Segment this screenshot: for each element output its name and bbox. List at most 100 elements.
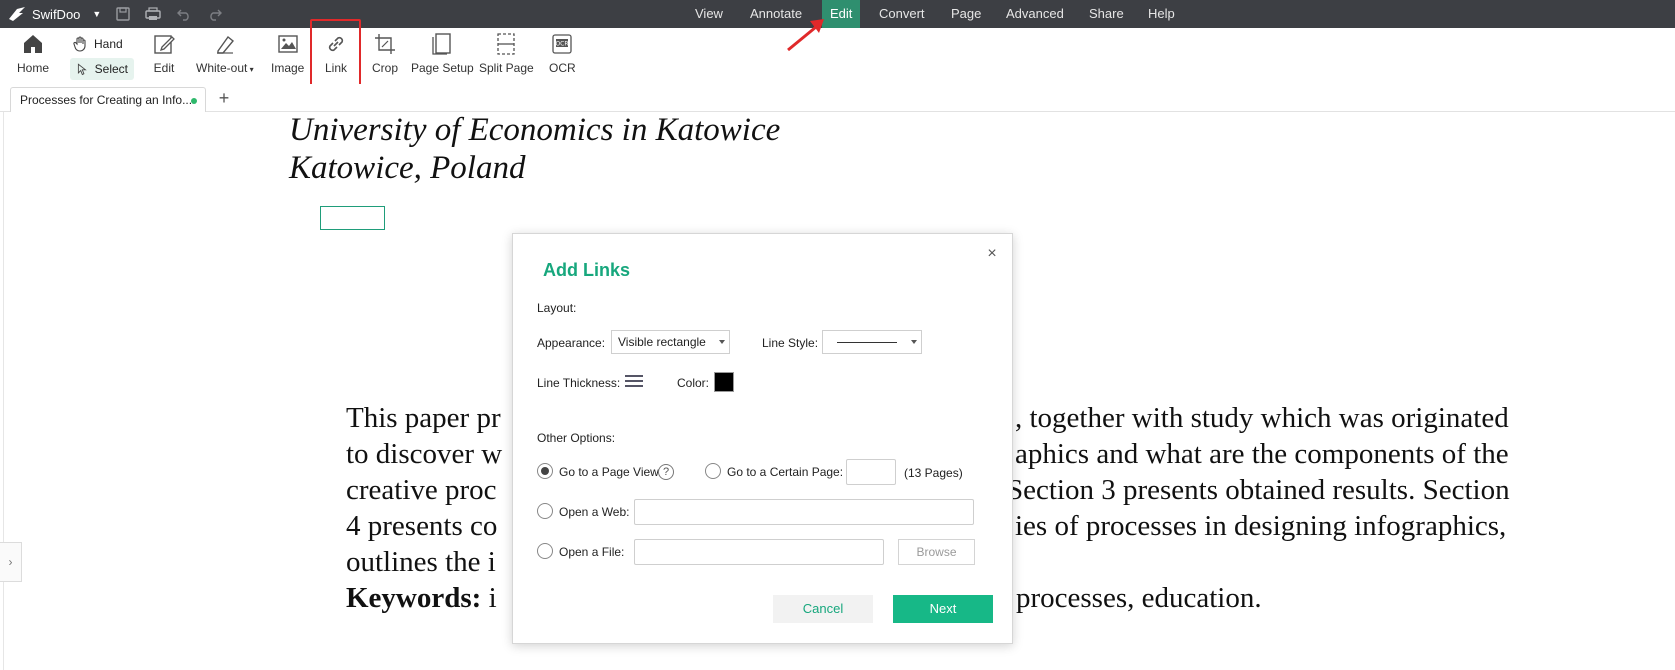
sidebar-expand-chevron-right-icon[interactable]: › [0, 542, 22, 582]
line-style-label: Line Style: [762, 336, 819, 350]
crop-icon [375, 34, 395, 54]
browse-button[interactable]: Browse [898, 539, 975, 565]
doc-location-line: Katowice, Poland [289, 150, 526, 186]
next-button[interactable]: Next [893, 595, 993, 623]
radio-page-view[interactable] [537, 463, 553, 479]
image-icon [277, 35, 298, 53]
pages-count-label: (13 Pages) [904, 466, 963, 480]
app-name: SwifDoo [32, 6, 81, 22]
appearance-label: Appearance: [537, 336, 606, 350]
home-icon [24, 35, 42, 53]
doc-paragraph-line: 4 presents co [346, 510, 498, 542]
doc-paragraph-line: Section 3 presents obtained results. Sec… [1007, 474, 1510, 506]
hand-label: Hand [94, 37, 123, 51]
help-icon[interactable]: ? [658, 464, 674, 480]
open-file-label: Open a File: [559, 545, 625, 559]
page-view-label: Go to a Page View [559, 465, 659, 479]
hand-tool-button[interactable]: Hand [66, 33, 129, 55]
chevron-down-icon [911, 340, 917, 344]
menu-advanced[interactable]: Advanced [998, 0, 1072, 28]
other-options-label: Other Options: [537, 431, 616, 445]
split-page-icon [497, 33, 515, 55]
page-setup-label: Page Setup [411, 61, 474, 75]
doc-paragraph-line: aphics and what are the components of th… [1015, 438, 1509, 470]
select-label: Select [94, 62, 128, 76]
menu-page[interactable]: Page [943, 0, 989, 28]
add-tab-button[interactable]: + [216, 88, 232, 108]
open-web-label: Open a Web: [559, 505, 630, 519]
app-menu-chevron-down-icon[interactable]: ▼ [92, 9, 101, 19]
radio-certain-page[interactable] [705, 463, 721, 479]
doc-keywords-line: Keywords: i [346, 582, 497, 614]
select-tool-button[interactable]: Select [70, 58, 134, 80]
chevron-down-icon [719, 340, 725, 344]
color-swatch[interactable] [714, 372, 734, 392]
home-button[interactable]: Home [17, 32, 49, 75]
split-page-button[interactable]: Split Page [479, 32, 534, 75]
home-label: Home [17, 61, 50, 75]
dialog-title: Add Links [543, 260, 631, 280]
page-setup-button[interactable]: Page Setup [411, 32, 474, 75]
link-rectangle[interactable] [320, 206, 385, 230]
page-setup-icon [432, 33, 452, 55]
ocr-icon: OCR [552, 34, 572, 54]
line-style-select[interactable] [822, 330, 922, 354]
menu-convert[interactable]: Convert [871, 0, 933, 28]
crop-button[interactable]: Crop [372, 32, 398, 75]
cursor-arrow-icon [77, 63, 87, 76]
redo-icon[interactable] [206, 5, 224, 23]
add-links-dialog: Add Links × Layout: Appearance: Visible … [512, 233, 1013, 644]
doc-paragraph-line: to discover w [346, 438, 503, 470]
whiteout-button[interactable]: White-out ▾ [196, 32, 254, 75]
doc-paragraph-line: ies of processes in designing infographi… [1015, 510, 1507, 542]
appearance-select[interactable]: Visible rectangle [611, 330, 730, 354]
undo-icon[interactable] [175, 5, 193, 23]
doc-keywords-line-end: processes, education. [1016, 582, 1262, 614]
ocr-label: OCR [549, 61, 576, 75]
hand-icon [73, 36, 86, 52]
left-rule [3, 112, 4, 670]
app-logo[interactable]: SwifDoo ▼ [8, 4, 101, 24]
line-thickness-icon[interactable] [625, 375, 643, 389]
menu-share[interactable]: Share [1081, 0, 1132, 28]
edit-label: Edit [153, 61, 175, 75]
whiteout-label: White-out ▾ [196, 61, 254, 75]
doc-paragraph-line: creative proc [346, 474, 497, 506]
document-tab-bar: Processes for Creating an Info... + [0, 84, 1675, 112]
color-label: Color: [677, 376, 710, 390]
edit-icon [154, 35, 175, 54]
document-tab[interactable]: Processes for Creating an Info... [10, 87, 206, 112]
page-number-input[interactable] [846, 459, 896, 485]
radio-open-web[interactable] [537, 503, 553, 519]
crop-label: Crop [372, 61, 399, 75]
web-url-input[interactable] [634, 499, 974, 525]
keywords-label: Keywords: [346, 582, 482, 614]
edit-toolbar: Home Hand Select Edit White-out ▾ Image … [0, 28, 1675, 84]
menu-help[interactable]: Help [1140, 0, 1183, 28]
image-button[interactable]: Image [271, 32, 304, 75]
edit-text-button[interactable]: Edit [152, 32, 176, 75]
line-thickness-label: Line Thickness: [537, 376, 621, 390]
split-page-label: Split Page [479, 61, 534, 75]
doc-paragraph-line: , together with study which was originat… [1015, 402, 1509, 434]
ocr-button[interactable]: OCR OCR [549, 32, 576, 75]
close-icon[interactable]: × [984, 246, 1000, 262]
document-tab-title: Processes for Creating an Info... [20, 93, 193, 107]
save-icon[interactable] [114, 5, 132, 23]
menu-view[interactable]: View [687, 0, 731, 28]
unsaved-dot-icon [191, 98, 197, 104]
layout-label: Layout: [537, 301, 577, 315]
radio-open-file[interactable] [537, 543, 553, 559]
cancel-button[interactable]: Cancel [773, 595, 873, 623]
swifdoo-logo-icon [9, 7, 25, 21]
svg-text:OCR: OCR [556, 41, 569, 48]
menu-bar: SwifDoo ▼ View Annotate Edit Convert Pag… [0, 0, 1675, 28]
print-icon[interactable] [144, 5, 162, 23]
menu-edit[interactable]: Edit [822, 0, 861, 28]
eraser-icon [216, 35, 234, 54]
doc-paragraph-line: outlines the i [346, 546, 496, 578]
line-style-preview [837, 342, 897, 343]
image-label: Image [271, 61, 305, 75]
doc-paragraph-line: This paper pr [346, 402, 501, 434]
file-path-input[interactable] [634, 539, 884, 565]
